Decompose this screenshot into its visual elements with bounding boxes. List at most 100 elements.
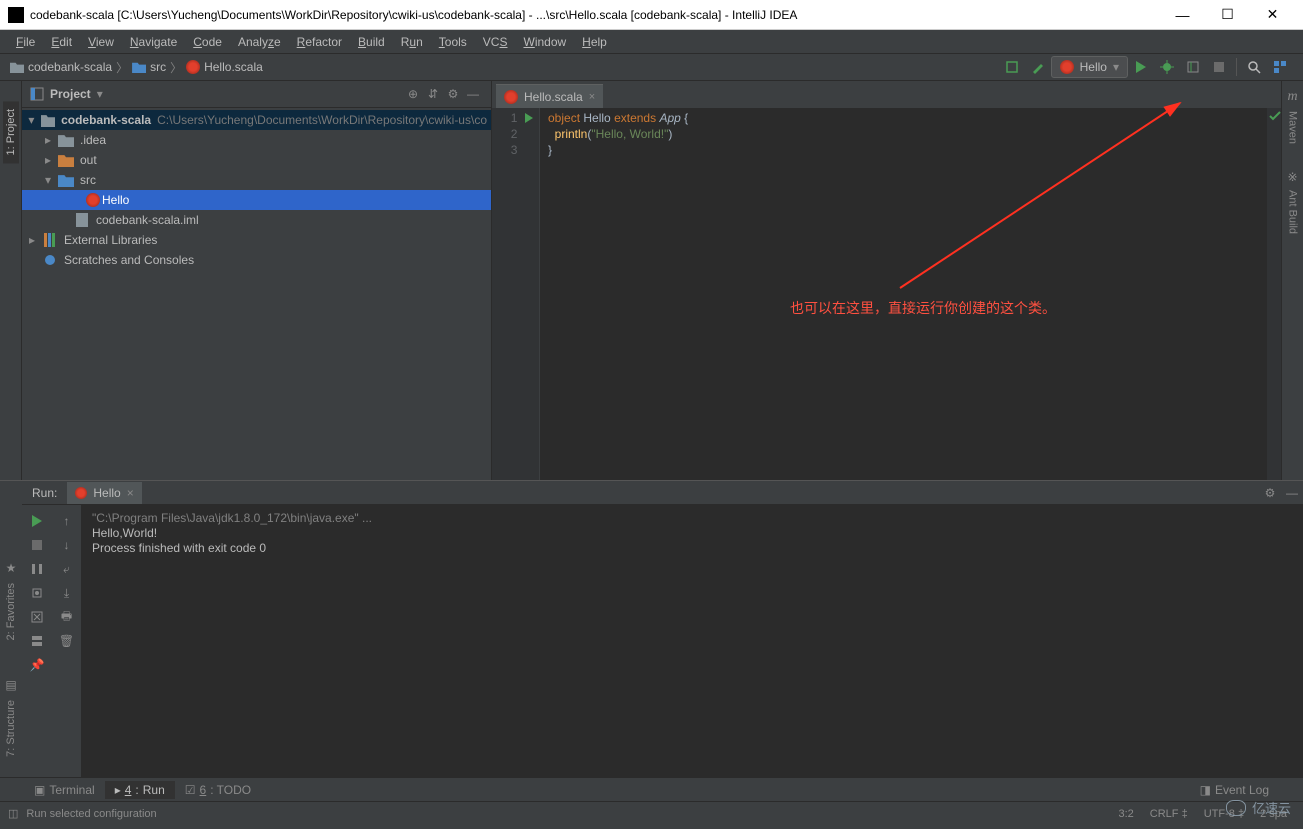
main-menu: File Edit View Navigate Code Analyze Ref… bbox=[0, 30, 1303, 54]
down-button[interactable]: ↓ bbox=[56, 534, 78, 556]
tool-favorites[interactable]: 2: Favorites bbox=[3, 575, 19, 648]
status-encoding[interactable]: UTF-8 ‡ bbox=[1196, 808, 1252, 820]
tool-structure[interactable]: 7: Structure bbox=[3, 692, 19, 765]
status-line-separator[interactable]: CRLF ‡ bbox=[1142, 808, 1196, 820]
collapse-icon[interactable]: ⇵ bbox=[423, 84, 443, 104]
chevron-down-icon[interactable]: ▾ bbox=[97, 87, 103, 101]
hide-icon[interactable]: — bbox=[463, 84, 483, 104]
console-output[interactable]: "C:\Program Files\Java\jdk1.8.0_172\bin\… bbox=[82, 505, 1303, 777]
console-command: "C:\Program Files\Java\jdk1.8.0_172\bin\… bbox=[92, 511, 1293, 526]
tree-external-libs[interactable]: ▸ External Libraries bbox=[22, 230, 491, 250]
close-button[interactable]: ✕ bbox=[1250, 0, 1295, 30]
crumb-project[interactable]: codebank-scala bbox=[28, 60, 112, 74]
tree-out[interactable]: ▸ out bbox=[22, 150, 491, 170]
project-tree[interactable]: ▾ codebank-scala C:\Users\Yucheng\Docume… bbox=[22, 108, 491, 480]
tool-maven[interactable]: Maven bbox=[1285, 105, 1301, 150]
tree-hello[interactable]: Hello bbox=[22, 190, 491, 210]
expand-arrow-icon[interactable]: ▾ bbox=[42, 173, 54, 187]
favorites-star-icon[interactable]: ★ bbox=[6, 561, 17, 575]
search-icon[interactable] bbox=[1243, 56, 1265, 78]
menu-file[interactable]: File bbox=[8, 33, 43, 51]
pause-button[interactable] bbox=[26, 558, 48, 580]
crumb-file[interactable]: Hello.scala bbox=[204, 60, 263, 74]
tool-terminal[interactable]: ▣Terminal bbox=[24, 781, 105, 799]
run-tab-label: Hello bbox=[93, 486, 120, 500]
expand-arrow-icon[interactable]: ▾ bbox=[26, 113, 37, 127]
close-icon[interactable]: × bbox=[589, 91, 595, 103]
maximize-button[interactable]: ☐ bbox=[1205, 0, 1250, 30]
tool-windows-icon[interactable]: ◫ bbox=[8, 807, 18, 820]
menu-view[interactable]: View bbox=[80, 33, 122, 51]
tree-iml[interactable]: codebank-scala.iml bbox=[22, 210, 491, 230]
minimize-button[interactable]: — bbox=[1160, 0, 1205, 30]
debug-button[interactable] bbox=[1156, 56, 1178, 78]
menu-run[interactable]: Run bbox=[393, 33, 431, 51]
clear-button[interactable]: 🗑 bbox=[56, 630, 78, 652]
structure-icon[interactable] bbox=[1269, 56, 1291, 78]
pin-button[interactable]: 📌 bbox=[26, 654, 48, 676]
hide-icon[interactable]: — bbox=[1281, 482, 1303, 504]
run-tab[interactable]: Hello × bbox=[67, 482, 141, 504]
gear-icon[interactable]: ⚙ bbox=[443, 84, 463, 104]
run-gutter-icon[interactable] bbox=[525, 113, 533, 123]
menu-tools[interactable]: Tools bbox=[431, 33, 475, 51]
status-position[interactable]: 3:2 bbox=[1111, 808, 1142, 820]
hammer-icon[interactable] bbox=[1027, 56, 1049, 78]
dump-button[interactable] bbox=[26, 582, 48, 604]
print-button[interactable]: 🖶 bbox=[56, 606, 78, 628]
tool-run[interactable]: ▸4: Run bbox=[105, 781, 175, 799]
maven-icon[interactable]: m bbox=[1287, 89, 1297, 105]
exit-button[interactable] bbox=[26, 606, 48, 628]
gear-icon[interactable]: ⚙ bbox=[1259, 482, 1281, 504]
expand-arrow-icon[interactable]: ▸ bbox=[42, 153, 54, 167]
run-tool-window: ★ 2: Favorites ▤ 7: Structure Run: Hello… bbox=[0, 480, 1303, 777]
tree-label: .idea bbox=[80, 133, 106, 147]
menu-analyze[interactable]: Analyze bbox=[230, 33, 289, 51]
window-title: codebank-scala [C:\Users\Yucheng\Documen… bbox=[30, 8, 1160, 22]
menu-window[interactable]: Window bbox=[515, 33, 574, 51]
tree-src[interactable]: ▾ src bbox=[22, 170, 491, 190]
stop-button[interactable] bbox=[1208, 56, 1230, 78]
run-button[interactable] bbox=[1130, 56, 1152, 78]
rerun-button[interactable] bbox=[26, 510, 48, 532]
expand-arrow-icon[interactable]: ▸ bbox=[42, 133, 54, 147]
build-icon[interactable] bbox=[1001, 56, 1023, 78]
tool-ant[interactable]: Ant Build bbox=[1285, 184, 1301, 240]
crumb-src[interactable]: src bbox=[150, 60, 166, 74]
menu-refactor[interactable]: Refactor bbox=[289, 33, 350, 51]
editor-body[interactable]: 1 2 3 object Hello extends App { println… bbox=[492, 108, 1281, 480]
code-area[interactable]: object Hello extends App { println("Hell… bbox=[540, 108, 1267, 480]
menu-build[interactable]: Build bbox=[350, 33, 393, 51]
ant-icon[interactable]: ※ bbox=[1287, 170, 1297, 184]
tool-event-log[interactable]: ◨Event Log bbox=[1190, 781, 1279, 799]
menu-vcs[interactable]: VCS bbox=[475, 33, 516, 51]
menu-navigate[interactable]: Navigate bbox=[122, 33, 185, 51]
structure-icon[interactable]: ▤ bbox=[5, 678, 16, 692]
menu-help[interactable]: Help bbox=[574, 33, 615, 51]
folder-icon bbox=[132, 61, 146, 73]
soft-wrap-button[interactable]: ⤶ bbox=[56, 558, 78, 580]
panel-title[interactable]: Project bbox=[50, 87, 91, 101]
expand-arrow-icon[interactable]: ▸ bbox=[26, 233, 38, 247]
run-config-selector[interactable]: Hello ▾ bbox=[1051, 56, 1128, 78]
tree-root[interactable]: ▾ codebank-scala C:\Users\Yucheng\Docume… bbox=[22, 110, 491, 130]
run-content: 📌 ↑ ↓ ⤶ ⤓ 🖶 🗑 "C:\Program Files\Java\jdk… bbox=[22, 505, 1303, 777]
tool-todo[interactable]: ☑6: TODO bbox=[175, 781, 261, 799]
tree-scratches[interactable]: Scratches and Consoles bbox=[22, 250, 491, 270]
tree-idea[interactable]: ▸ .idea bbox=[22, 130, 491, 150]
editor-tab[interactable]: Hello.scala × bbox=[496, 84, 603, 108]
status-indent[interactable]: 2 spa bbox=[1252, 808, 1295, 820]
coverage-button[interactable] bbox=[1182, 56, 1204, 78]
locate-icon[interactable]: ⊕ bbox=[403, 84, 423, 104]
tool-project[interactable]: 1: Project bbox=[3, 101, 19, 163]
menu-code[interactable]: Code bbox=[185, 33, 230, 51]
tree-path: C:\Users\Yucheng\Documents\WorkDir\Repos… bbox=[157, 113, 487, 127]
menu-edit[interactable]: Edit bbox=[43, 33, 80, 51]
stop-button[interactable] bbox=[26, 534, 48, 556]
status-bar: ◫ Run selected configuration 3:2 CRLF ‡ … bbox=[0, 801, 1303, 825]
close-icon[interactable]: × bbox=[127, 486, 134, 500]
scroll-end-button[interactable]: ⤓ bbox=[56, 582, 78, 604]
up-button[interactable]: ↑ bbox=[56, 510, 78, 532]
check-icon bbox=[1269, 110, 1281, 122]
layout-button[interactable] bbox=[26, 630, 48, 652]
